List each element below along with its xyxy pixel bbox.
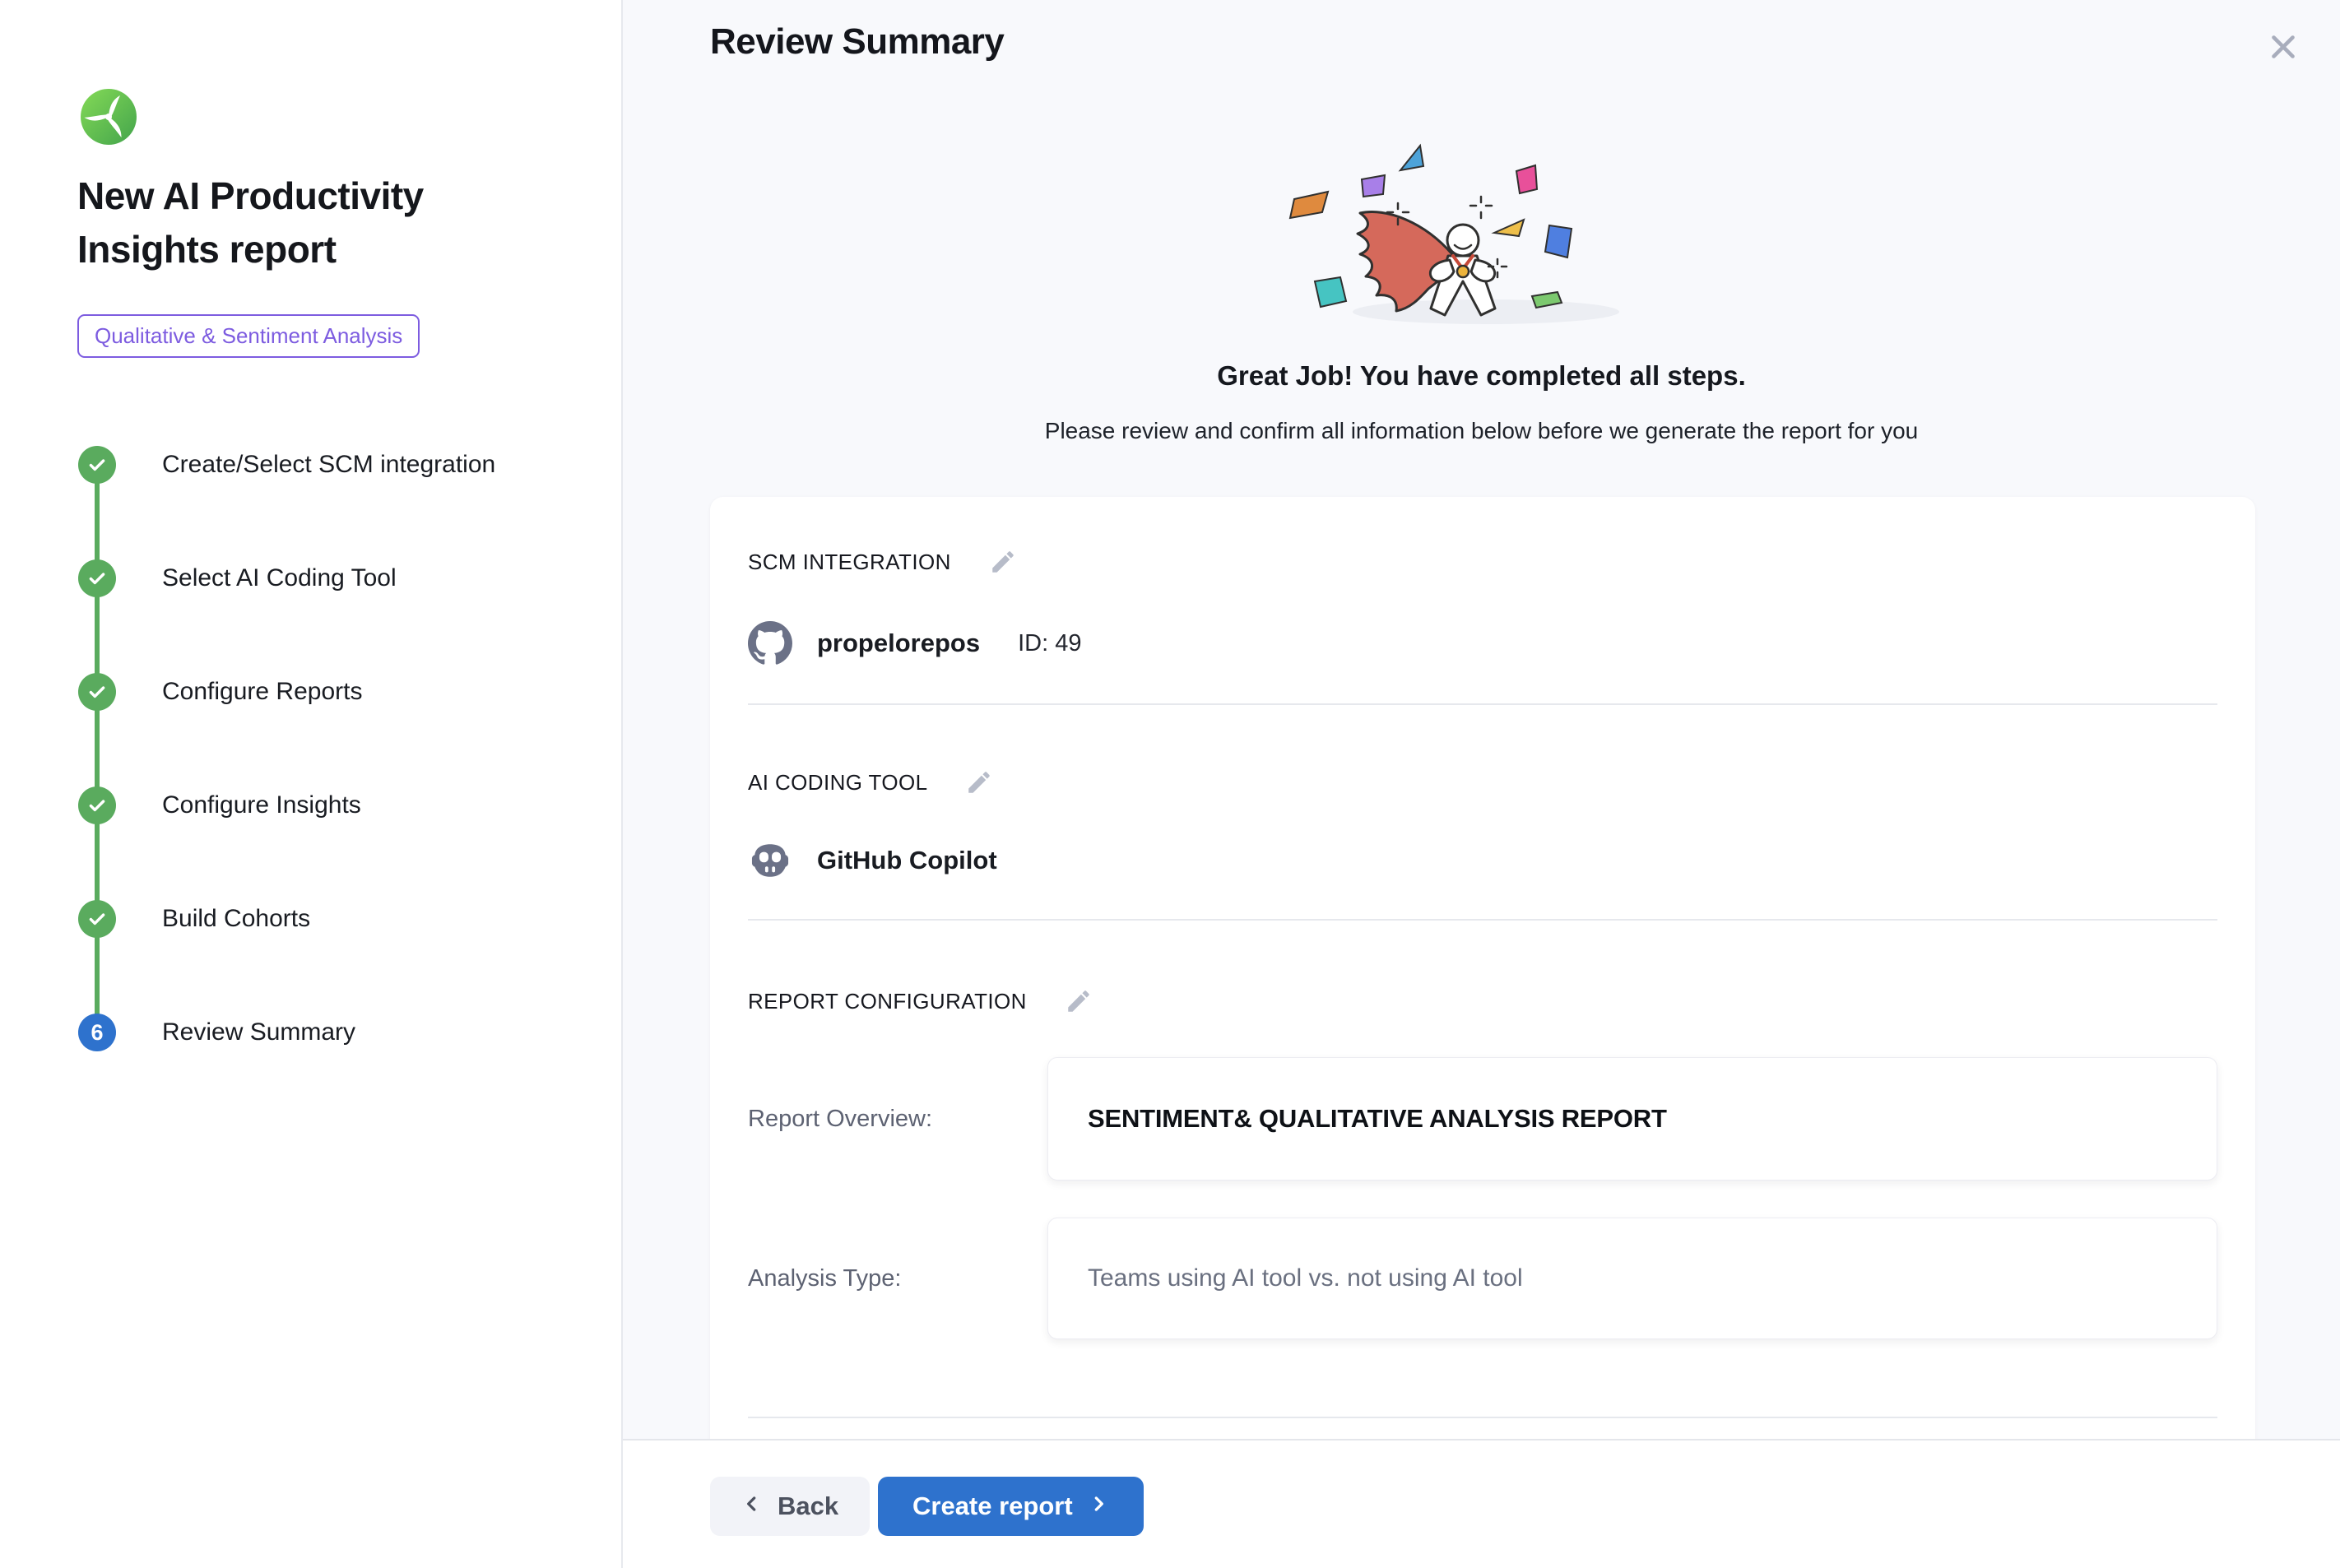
report-title: New AI Productivity Insights report: [77, 169, 489, 277]
chevron-left-icon: [741, 1491, 763, 1521]
scm-integration-value-row: propelorepos ID: 49: [748, 620, 1081, 666]
section-divider: [748, 703, 2217, 705]
step-configure-reports[interactable]: Configure Reports: [78, 673, 362, 711]
ai-coding-tool-section-header: AI CODING TOOL: [748, 768, 993, 796]
chevron-right-icon: [1088, 1491, 1109, 1521]
celebration-illustration: [1251, 120, 1712, 350]
check-icon: [78, 446, 116, 484]
step-label: Configure Reports: [162, 678, 362, 706]
congrats-heading: Great Job! You have completed all steps.: [623, 360, 2340, 392]
wizard-sidebar: New AI Productivity Insights report Qual…: [0, 0, 623, 1568]
wizard-stepper: Create/Select SCM integration Select AI …: [78, 446, 572, 1059]
report-overview-row: Report Overview: SENTIMENT& QUALITATIVE …: [748, 1057, 2217, 1181]
github-copilot-icon: [748, 838, 792, 883]
section-divider: [748, 919, 2217, 921]
step-create-select-scm-integration[interactable]: Create/Select SCM integration: [78, 446, 495, 484]
review-summary-panel: Review Summary: [623, 0, 2340, 1568]
analysis-type-label: Analysis Type:: [748, 1218, 1047, 1339]
step-label: Select AI Coding Tool: [162, 564, 397, 592]
analysis-type-row: Analysis Type: Teams using AI tool vs. n…: [748, 1218, 2217, 1339]
check-icon: [78, 900, 116, 938]
step-label: Configure Insights: [162, 791, 361, 819]
app-window: New AI Productivity Insights report Qual…: [0, 0, 2340, 1568]
propelo-propeller-icon: [81, 89, 137, 145]
stepper-connector-line: [95, 465, 100, 1032]
report-configuration-label: REPORT CONFIGURATION: [748, 989, 1027, 1014]
report-configuration-section-header: REPORT CONFIGURATION: [748, 987, 1093, 1015]
step-label: Create/Select SCM integration: [162, 451, 495, 479]
github-icon: [748, 621, 792, 666]
analysis-type-value-box: Teams using AI tool vs. not using AI too…: [1047, 1218, 2217, 1339]
summary-card: SCM INTEGRATION propelorepos ID: 49 AI C…: [710, 497, 2255, 1517]
step-configure-insights[interactable]: Configure Insights: [78, 786, 361, 824]
pencil-icon[interactable]: [965, 768, 993, 796]
section-divider: [748, 1417, 2217, 1418]
pencil-icon[interactable]: [989, 548, 1017, 576]
pencil-icon[interactable]: [1065, 987, 1093, 1015]
check-icon: [78, 786, 116, 824]
step-select-ai-coding-tool[interactable]: Select AI Coding Tool: [78, 559, 397, 597]
check-icon: [78, 673, 116, 711]
step-number-badge: 6: [78, 1014, 116, 1051]
scm-integration-label: SCM INTEGRATION: [748, 550, 951, 575]
step-build-cohorts[interactable]: Build Cohorts: [78, 900, 310, 938]
step-label: Build Cohorts: [162, 905, 310, 933]
ai-coding-tool-label: AI CODING TOOL: [748, 770, 927, 796]
report-overview-value-box: SENTIMENT& QUALITATIVE ANALYSIS REPORT: [1047, 1057, 2217, 1181]
congrats-subtext: Please review and confirm all informatio…: [623, 418, 2340, 444]
scm-integration-id: ID: 49: [1018, 630, 1081, 657]
ai-coding-tool-value-row: GitHub Copilot: [748, 837, 997, 884]
back-button-label: Back: [778, 1491, 838, 1521]
check-icon: [78, 559, 116, 597]
back-button[interactable]: Back: [710, 1477, 870, 1536]
step-review-summary-active[interactable]: 6 Review Summary: [78, 1014, 355, 1051]
wizard-footer: Back Create report: [623, 1439, 2340, 1568]
report-overview-value: SENTIMENT& QUALITATIVE ANALYSIS REPORT: [1088, 1104, 1667, 1134]
report-type-badge: Qualitative & Sentiment Analysis: [77, 314, 420, 358]
scm-integration-section-header: SCM INTEGRATION: [748, 548, 1017, 576]
create-report-button-label: Create report: [912, 1491, 1073, 1521]
ai-coding-tool-name: GitHub Copilot: [817, 846, 997, 875]
close-icon[interactable]: [2264, 28, 2302, 66]
report-overview-label: Report Overview:: [748, 1057, 1047, 1181]
create-report-button[interactable]: Create report: [878, 1477, 1144, 1536]
page-title: Review Summary: [710, 21, 1004, 63]
analysis-type-value: Teams using AI tool vs. not using AI too…: [1088, 1264, 1523, 1292]
scm-integration-name: propelorepos: [817, 629, 980, 658]
step-label: Review Summary: [162, 1018, 355, 1046]
